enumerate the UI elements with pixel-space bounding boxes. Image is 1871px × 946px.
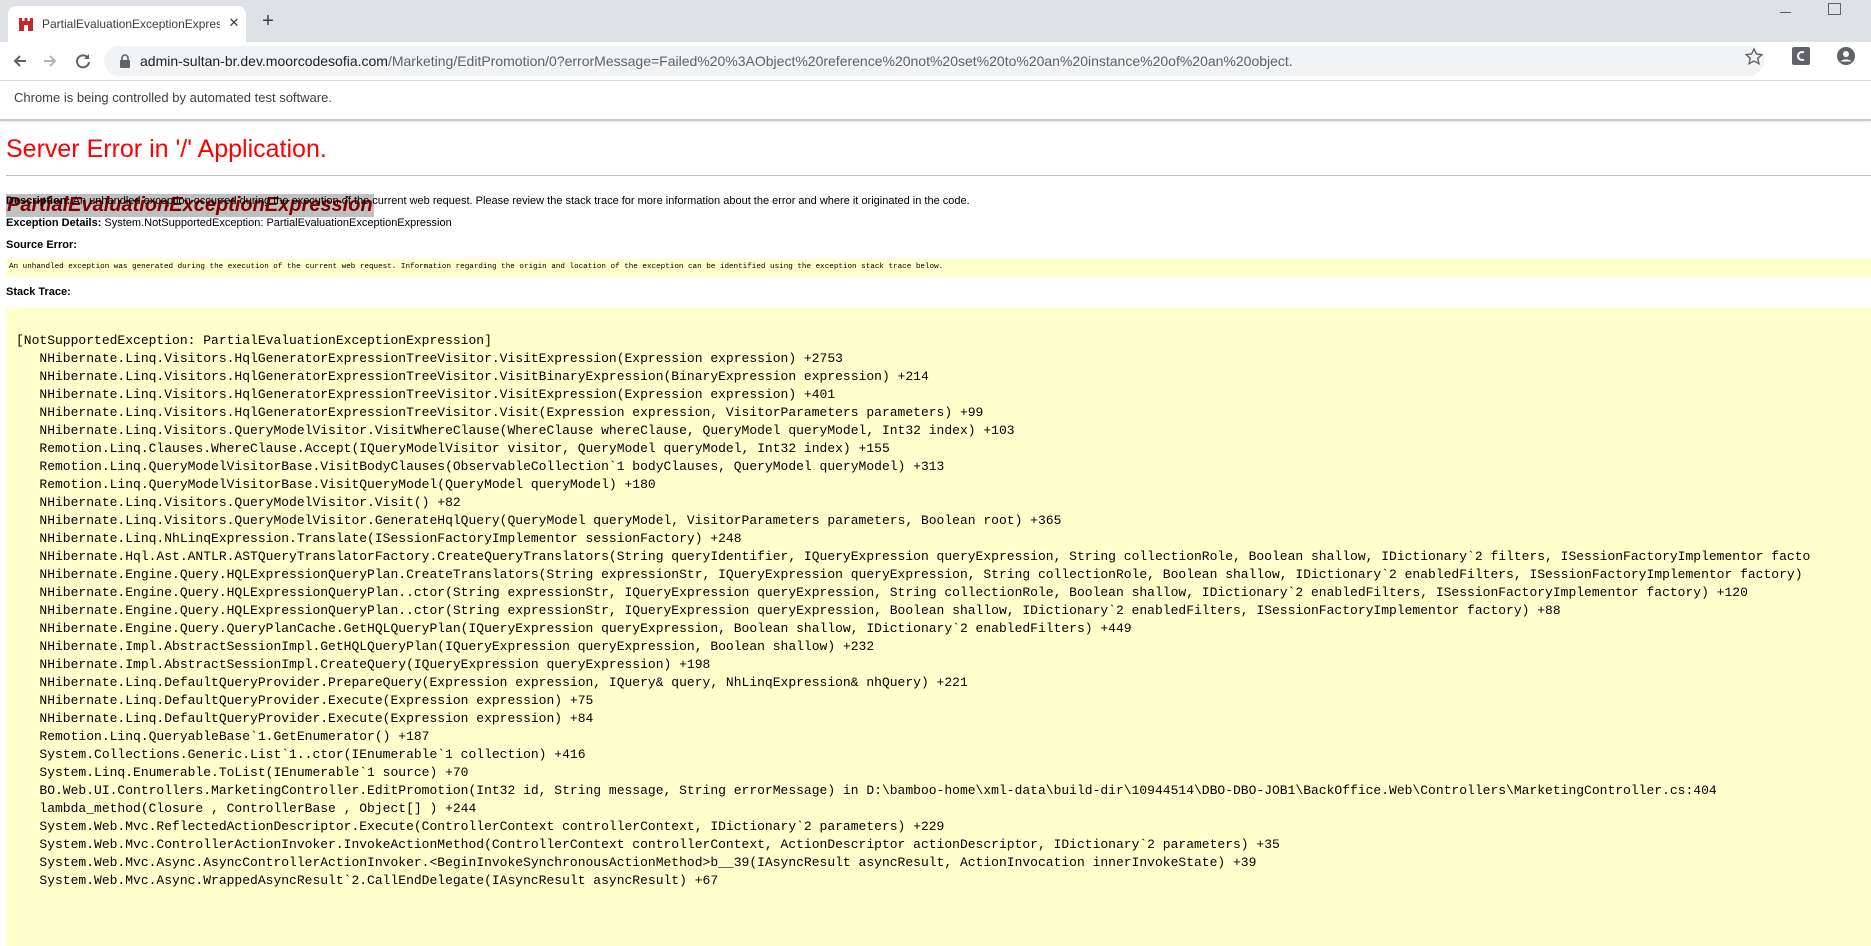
stack-trace-line: NHibernate.Linq.Visitors.HqlGeneratorExp…	[16, 387, 836, 402]
description-row-actual: Description: An unhandled exception occu…	[6, 195, 970, 207]
url-text[interactable]: admin-sultan-br.dev.moorcodesofia.com/Ma…	[140, 53, 1293, 69]
stack-trace-line: NHibernate.Engine.Query.QueryPlanCache.G…	[16, 621, 1132, 636]
stack-trace-line: Remotion.Linq.Clauses.WhereClause.Accept…	[16, 441, 890, 456]
stack-trace-line: NHibernate.Hql.Ast.ANTLR.ASTQueryTransla…	[16, 549, 1811, 564]
stack-trace-line: NHibernate.Linq.Visitors.QueryModelVisit…	[16, 423, 1015, 438]
stack-trace-line: System.Web.Mvc.ControllerActionInvoker.I…	[16, 837, 1280, 852]
stack-trace-line: NHibernate.Linq.Visitors.HqlGeneratorExp…	[16, 351, 843, 366]
exception-details-value: System.NotSupportedException: PartialEva…	[104, 217, 452, 229]
tab-strip: PartialEvaluationExceptionExpression ✕ +	[0, 0, 1871, 42]
stack-trace-box: [NotSupportedException: PartialEvaluatio…	[6, 308, 1871, 946]
stack-trace-line: System.Web.Mvc.Async.AsyncControllerActi…	[16, 855, 1257, 870]
stack-trace-line: NHibernate.Impl.AbstractSessionImpl.Crea…	[16, 657, 711, 672]
exception-details-row: Exception Details: System.NotSupportedEx…	[6, 217, 452, 229]
stack-trace-line: [NotSupportedException: PartialEvaluatio…	[16, 333, 492, 348]
stack-trace-line: NHibernate.Linq.DefaultQueryProvider.Exe…	[16, 711, 594, 726]
page-heading: Server Error in '/' Application.	[6, 135, 327, 163]
address-bar[interactable]: admin-sultan-br.dev.moorcodesofia.com/Ma…	[104, 46, 1764, 76]
browser-tab[interactable]: PartialEvaluationExceptionExpression ✕	[8, 6, 246, 42]
stack-trace-line: NHibernate.Impl.AbstractSessionImpl.GetH…	[16, 639, 875, 654]
browser-toolbar: admin-sultan-br.dev.moorcodesofia.com/Ma…	[0, 42, 1871, 81]
back-arrow-icon[interactable]	[6, 47, 34, 75]
star-icon[interactable]	[1744, 47, 1764, 67]
forward-arrow-icon[interactable]	[36, 47, 64, 75]
castle-icon	[19, 18, 33, 31]
new-tab-button[interactable]: +	[256, 9, 280, 33]
stack-trace-line: System.Linq.Enumerable.ToList(IEnumerabl…	[16, 765, 469, 780]
stack-trace-line: NHibernate.Linq.Visitors.QueryModelVisit…	[16, 495, 461, 510]
source-error-box: An unhandled exception was generated dur…	[6, 259, 1871, 277]
reload-icon[interactable]	[69, 47, 97, 75]
stack-trace-line: NHibernate.Linq.Visitors.HqlGeneratorExp…	[16, 405, 984, 420]
maximize-button[interactable]	[1828, 3, 1841, 15]
extension-icon[interactable]	[1792, 47, 1810, 65]
stack-trace-line: NHibernate.Linq.NhLinqExpression.Transla…	[16, 531, 742, 546]
stack-trace-line: BO.Web.UI.Controllers.MarketingControlle…	[16, 783, 1717, 798]
close-icon[interactable]: ✕	[226, 15, 242, 31]
lock-icon[interactable]	[118, 54, 132, 68]
source-error-text: An unhandled exception was generated dur…	[9, 263, 944, 271]
source-error-label: Source Error:	[6, 239, 77, 251]
stack-trace-line: NHibernate.Linq.Visitors.HqlGeneratorExp…	[16, 369, 929, 384]
divider	[6, 175, 1871, 176]
stack-trace-label: Stack Trace:	[6, 286, 71, 298]
stack-trace-line: System.Collections.Generic.List`1..ctor(…	[16, 747, 586, 762]
error-page: Server Error in '/' Application. Partial…	[0, 121, 1871, 946]
minimize-button[interactable]	[1774, 4, 1798, 20]
url-host: admin-sultan-br.dev.moorcodesofia.com	[140, 53, 388, 69]
exception-details-label: Exception Details:	[6, 217, 102, 229]
stack-trace-line: System.Web.Mvc.ReflectedActionDescriptor…	[16, 819, 945, 834]
source-error-row: Source Error:	[6, 239, 77, 251]
profile-icon[interactable]	[1836, 46, 1856, 66]
stack-trace-line: NHibernate.Engine.Query.HQLExpressionQue…	[16, 567, 1803, 582]
stack-trace-line: lambda_method(Closure , ControllerBase ,…	[16, 801, 477, 816]
description-label: Description:	[6, 195, 71, 207]
automation-infobar: Chrome is being controlled by automated …	[0, 81, 1871, 121]
stack-trace-line: Remotion.Linq.QueryModelVisitorBase.Visi…	[16, 477, 656, 492]
stack-trace-line: NHibernate.Engine.Query.HQLExpressionQue…	[16, 585, 1748, 600]
stack-trace-line: System.Web.Mvc.Async.WrappedAsyncResult`…	[16, 873, 719, 888]
url-path: /Marketing/EditPromotion/0?errorMessage=…	[387, 53, 1293, 69]
tab-title: PartialEvaluationExceptionExpression	[42, 17, 220, 31]
stack-trace-line: Remotion.Linq.QueryModelVisitorBase.Visi…	[16, 459, 945, 474]
infobar-text: Chrome is being controlled by automated …	[14, 90, 332, 105]
stack-trace-line: NHibernate.Linq.DefaultQueryProvider.Exe…	[16, 693, 594, 708]
stack-trace-line: Remotion.Linq.QueryableBase`1.GetEnumera…	[16, 729, 430, 744]
stack-trace-lines: [NotSupportedException: PartialEvaluatio…	[16, 332, 1810, 890]
stack-trace-line: NHibernate.Linq.Visitors.QueryModelVisit…	[16, 513, 1062, 528]
description-value: An unhandled exception occurred during t…	[72, 195, 970, 207]
stack-trace-line: NHibernate.Linq.DefaultQueryProvider.Pre…	[16, 675, 968, 690]
stack-trace-line: NHibernate.Engine.Query.HQLExpressionQue…	[16, 603, 1561, 618]
stack-trace-row: Stack Trace:	[6, 286, 71, 298]
